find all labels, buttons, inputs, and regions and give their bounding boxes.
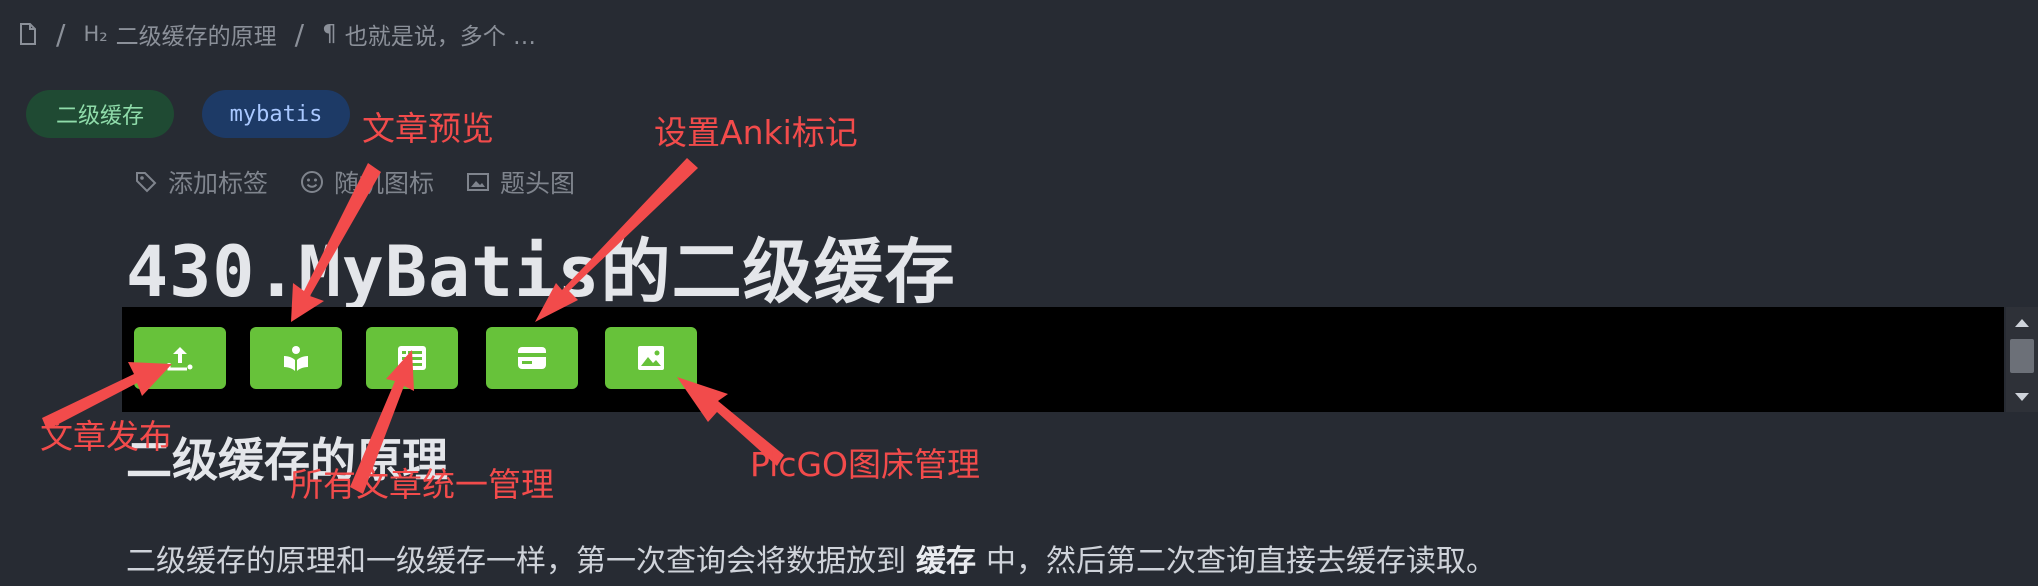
paragraph-text-after: 中，然后第二次查询直接去缓存读取。 bbox=[986, 544, 1496, 579]
breadcrumb-section-label: 二级缓存的原理 bbox=[115, 24, 277, 50]
heading-level-icon: H₂ bbox=[83, 22, 108, 46]
paragraph[interactable]: 二级缓存的原理和一级缓存一样，第一次查询会将数据放到 缓存 中，然后第二次查询直接去… bbox=[126, 536, 1496, 580]
tag-cache[interactable]: 二级缓存 bbox=[26, 90, 174, 138]
annotation-picgo: PicGO图床管理 bbox=[750, 445, 981, 484]
annotation-preview: 文章预览 bbox=[362, 109, 494, 148]
paragraph-text-before: 二级缓存的原理和一级缓存一样，第一次查询会将数据放到 bbox=[126, 544, 906, 579]
plugin-scrollbar[interactable] bbox=[2006, 307, 2038, 412]
article-title[interactable]: 430.MyBatis的二级缓存 bbox=[126, 216, 956, 317]
breadcrumb-separator: / bbox=[56, 17, 66, 51]
breadcrumb: / H₂ 二级缓存的原理 / ¶ 也就是说，多个 … bbox=[18, 14, 536, 54]
list-icon bbox=[398, 346, 426, 370]
tag-mybatis[interactable]: mybatis bbox=[202, 90, 350, 138]
breadcrumb-paragraph[interactable]: ¶ 也就是说，多个 … bbox=[322, 17, 536, 51]
annotation-publish: 文章发布 bbox=[40, 417, 172, 456]
breadcrumb-section[interactable]: H₂ 二级缓存的原理 bbox=[83, 17, 276, 51]
image-icon bbox=[638, 346, 664, 370]
random-icon-label: 随机图标 bbox=[334, 169, 435, 198]
scroll-down-icon bbox=[2015, 393, 2029, 401]
manage-button[interactable] bbox=[366, 327, 458, 389]
add-tag-label: 添加标签 bbox=[168, 169, 269, 198]
annotation-anki: 设置Anki标记 bbox=[654, 113, 858, 152]
paragraph-bold: 缓存 bbox=[916, 544, 976, 579]
header-image-label: 题头图 bbox=[500, 169, 576, 198]
document-icon[interactable] bbox=[18, 22, 38, 46]
random-icon-button[interactable]: 随机图标 bbox=[300, 164, 434, 200]
add-tag-button[interactable]: 添加标签 bbox=[134, 164, 268, 200]
scrollbar-thumb[interactable] bbox=[2010, 339, 2034, 373]
pilcrow-icon: ¶ bbox=[322, 21, 337, 47]
picgo-button[interactable] bbox=[605, 327, 697, 389]
meta-actions: 添加标签 随机图标 题头图 bbox=[134, 164, 575, 200]
breadcrumb-separator: / bbox=[294, 17, 305, 51]
anki-button[interactable] bbox=[486, 327, 578, 389]
tag-icon bbox=[136, 172, 157, 193]
reader-icon bbox=[284, 346, 308, 371]
smile-icon bbox=[301, 171, 324, 193]
annotation-manage: 所有文章统一管理 bbox=[290, 465, 554, 504]
publish-button[interactable] bbox=[134, 327, 226, 389]
image-icon bbox=[467, 173, 490, 191]
header-image-button[interactable]: 题头图 bbox=[466, 164, 575, 200]
breadcrumb-paragraph-label: 也就是说，多个 … bbox=[344, 24, 537, 50]
scroll-up-icon bbox=[2015, 319, 2029, 327]
preview-button[interactable] bbox=[250, 327, 342, 389]
upload-icon bbox=[167, 347, 193, 371]
card-icon bbox=[518, 347, 546, 369]
